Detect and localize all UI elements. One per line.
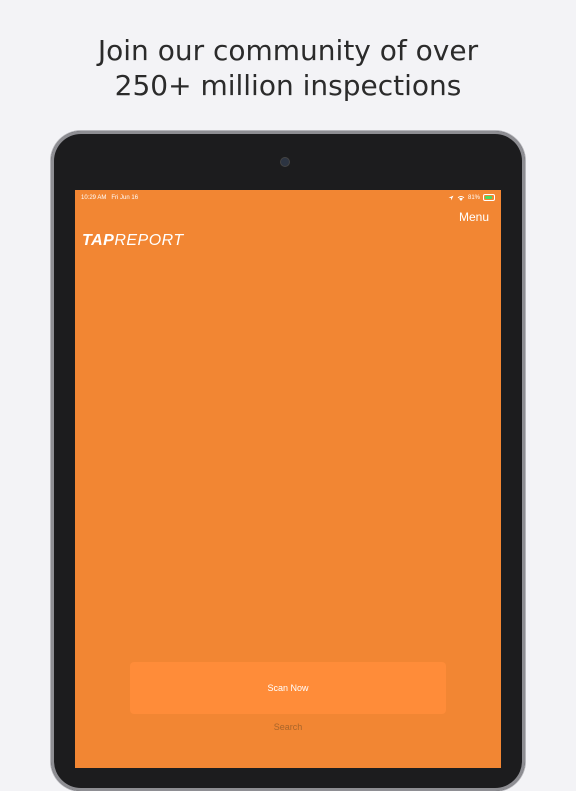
wifi-icon [457,195,465,201]
logo-part-tap: TAP [82,232,115,249]
taprepport-logo: TAPREPORT [82,232,184,250]
logo-part-report: REPORT [114,232,184,249]
status-bar: 10:29 AM Fri Jun 16 81% [75,190,501,206]
headline-line-2: 250+ million inspections [114,69,462,102]
app-screen: 10:29 AM Fri Jun 16 81% Menu TAPREPORT S… [75,190,501,768]
camera-icon [281,158,289,166]
search-label: Search [273,722,303,732]
headline: Join our community of over 250+ million … [0,33,576,103]
status-time-value: 10:29 AM [81,195,107,201]
status-date-value: Fri Jun 16 [111,195,139,201]
status-time: 10:29 AM Fri Jun 16 [81,195,138,201]
scan-now-button[interactable]: Scan Now [130,662,446,714]
search-link[interactable]: Search [75,722,501,732]
scan-now-label: Scan Now [267,683,309,693]
headline-line-1: Join our community of over [97,34,479,67]
status-indicators: 81% [448,194,495,201]
menu-button[interactable]: Menu [459,210,489,224]
battery-percent: 81% [467,194,480,201]
battery-icon [483,194,495,201]
location-icon [448,195,454,200]
